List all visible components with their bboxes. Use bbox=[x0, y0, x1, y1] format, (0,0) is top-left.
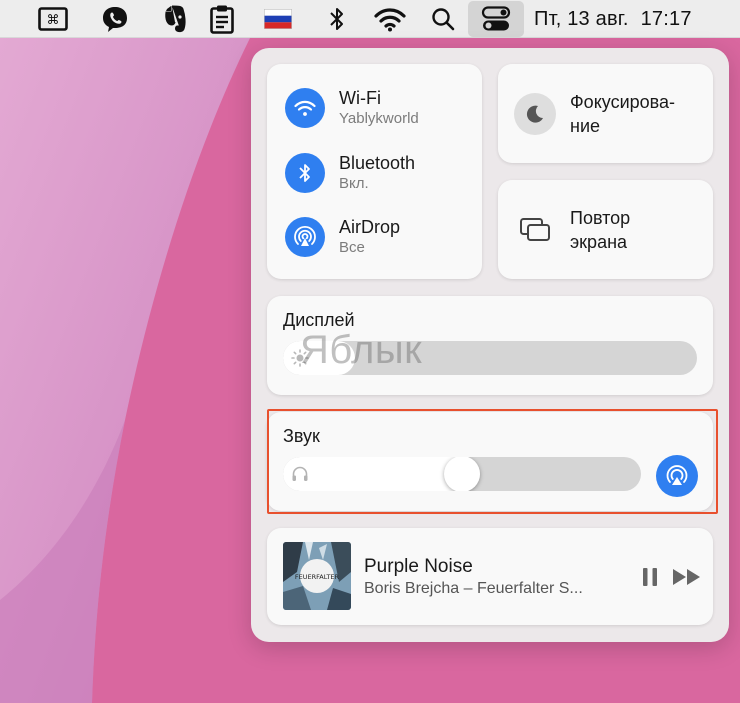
watermark: Яблык bbox=[300, 328, 423, 372]
menubar-date: Пт, 13 авг. bbox=[534, 7, 629, 30]
russian-flag-icon[interactable] bbox=[262, 0, 294, 38]
airdrop-status: Все bbox=[339, 239, 365, 256]
command-icon[interactable]: ⌘ bbox=[36, 0, 70, 38]
sound-highlight-frame bbox=[267, 409, 718, 514]
pause-icon[interactable] bbox=[637, 564, 663, 590]
bluetooth-toggle[interactable]: Bluetooth Вкл. bbox=[285, 152, 415, 193]
wifi-toggle[interactable]: Wi-Fi Yablykworld bbox=[285, 87, 419, 128]
control-center-icon[interactable] bbox=[468, 1, 524, 37]
screen-mirroring-tile[interactable]: Повтор экрана bbox=[498, 180, 713, 279]
screen-mirroring-icon bbox=[514, 209, 556, 251]
wifi-icon[interactable] bbox=[372, 0, 408, 38]
track-title: Purple Noise bbox=[364, 556, 473, 577]
screen-mirroring-label: Повтор экрана bbox=[570, 207, 631, 252]
bluetooth-icon[interactable] bbox=[322, 0, 352, 38]
forward-icon[interactable] bbox=[670, 565, 704, 589]
album-title-text: FEUERFALTER bbox=[295, 573, 340, 581]
menubar-time: 17:17 bbox=[640, 7, 692, 30]
connectivity-module: Wi-Fi Yablykworld Bluetooth Вкл. AirDrop… bbox=[267, 64, 482, 279]
moon-icon bbox=[514, 92, 556, 135]
focus-label: Фокусирова- ние bbox=[570, 91, 676, 136]
menu-bar: ⌘ Пт, 13 авг. 17:17 bbox=[0, 0, 740, 38]
airdrop-title: AirDrop bbox=[339, 217, 401, 237]
now-playing-module: FEUERFALTER Purple Noise Boris Brejcha –… bbox=[267, 528, 713, 625]
bluetooth-title: Bluetooth bbox=[339, 153, 416, 173]
airdrop-icon[interactable] bbox=[285, 216, 325, 257]
bluetooth-icon[interactable] bbox=[285, 152, 325, 193]
menubar-clock[interactable]: Пт, 13 авг. 17:17 bbox=[534, 0, 692, 38]
wifi-title: Wi-Fi bbox=[339, 88, 381, 108]
focus-tile[interactable]: Фокусирова- ние bbox=[498, 64, 713, 163]
viber-icon[interactable] bbox=[98, 0, 132, 38]
clipboard-icon[interactable] bbox=[205, 0, 239, 38]
bluetooth-status: Вкл. bbox=[339, 175, 369, 192]
search-icon[interactable] bbox=[428, 0, 458, 38]
evernote-icon[interactable] bbox=[158, 0, 192, 38]
wifi-icon[interactable] bbox=[285, 87, 325, 128]
album-artwork[interactable]: FEUERFALTER bbox=[283, 542, 351, 610]
track-artist: Boris Brejcha – Feuerfalter S... bbox=[364, 580, 583, 597]
svg-text:⌘: ⌘ bbox=[47, 13, 60, 28]
airdrop-toggle[interactable]: AirDrop Все bbox=[285, 216, 400, 257]
wifi-network-name: Yablykworld bbox=[339, 110, 419, 127]
